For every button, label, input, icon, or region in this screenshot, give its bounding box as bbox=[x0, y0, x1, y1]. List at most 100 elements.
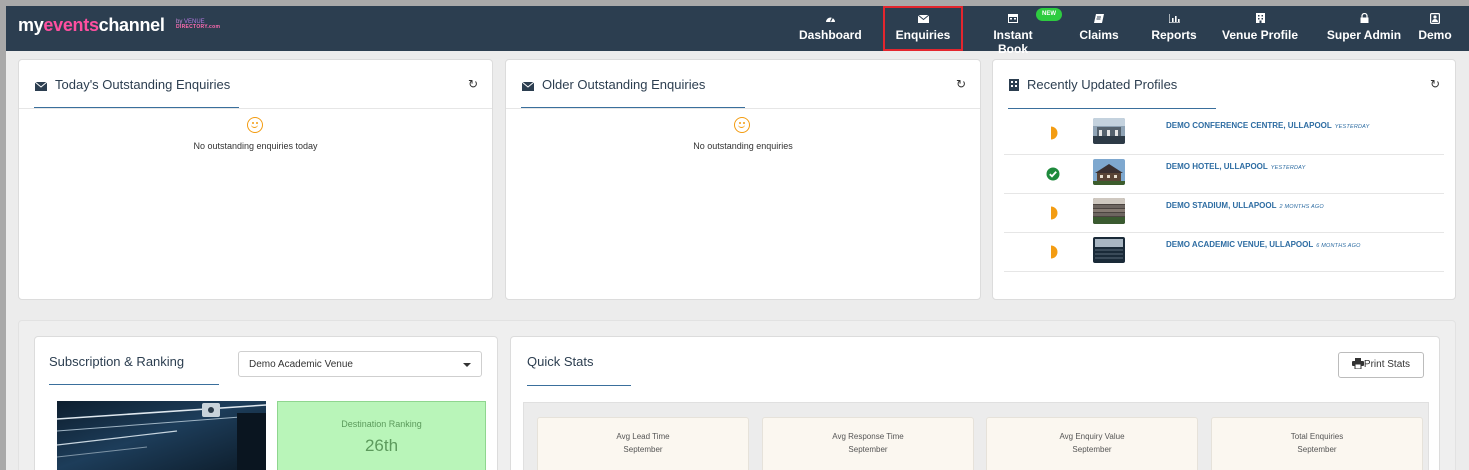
stat-card-response-time: Avg Response Time September bbox=[762, 417, 974, 470]
nav-venue-profile-label: Venue Profile bbox=[1221, 28, 1299, 42]
nav-enquiries[interactable]: Enquiries bbox=[883, 6, 963, 51]
quick-stats-title: Quick Stats bbox=[527, 354, 594, 369]
divider bbox=[1004, 193, 1444, 194]
list-item[interactable]: DEMO CONFERENCE CENTRE, ULLAPOOL YESTERDA… bbox=[1006, 115, 1444, 153]
destination-ranking-value: 26th bbox=[364, 436, 399, 455]
half-circle-icon bbox=[1051, 245, 1058, 259]
stat-card-lead-time: Avg Lead Time September bbox=[537, 417, 749, 470]
nav-claims-label: Claims bbox=[1079, 28, 1119, 42]
title-underline bbox=[49, 384, 219, 385]
divider bbox=[1004, 232, 1444, 233]
stat-title: Avg Enquiry Value bbox=[1059, 432, 1125, 441]
profile-time: YESTERDAY bbox=[1270, 165, 1306, 171]
recent-profiles-title-text: Recently Updated Profiles bbox=[1027, 77, 1178, 92]
nav-super-admin-label: Super Admin bbox=[1326, 28, 1402, 42]
caret-down-icon bbox=[463, 363, 471, 367]
venue-thumbnail bbox=[1093, 237, 1125, 263]
divider bbox=[1004, 154, 1444, 155]
nav-demo-label: Demo bbox=[1418, 28, 1452, 42]
divider bbox=[19, 108, 492, 109]
profile-link[interactable]: DEMO HOTEL, ULLAPOOL YESTERDAY bbox=[1166, 162, 1306, 171]
brand-part-channel: channel bbox=[98, 15, 165, 35]
stat-title: Avg Lead Time bbox=[616, 432, 670, 441]
profile-time: 2 MONTHS AGO bbox=[1279, 204, 1324, 210]
calendar-icon bbox=[977, 13, 1049, 25]
envelope-icon bbox=[521, 81, 535, 91]
smiley-icon bbox=[734, 117, 750, 133]
print-stats-button[interactable]: Print Stats bbox=[1338, 352, 1424, 378]
half-circle-icon bbox=[1051, 126, 1058, 140]
refresh-icon[interactable]: ↻ bbox=[468, 77, 478, 91]
recent-profiles-title: Recently Updated Profiles bbox=[1009, 77, 1177, 92]
profile-link[interactable]: DEMO ACADEMIC VENUE, ULLAPOOL 6 MONTHS AG… bbox=[1166, 240, 1361, 249]
nav-venue-profile[interactable]: Venue Profile bbox=[1218, 6, 1302, 51]
profile-link[interactable]: DEMO CONFERENCE CENTRE, ULLAPOOL YESTERDA… bbox=[1166, 121, 1370, 130]
title-underline bbox=[527, 385, 631, 386]
half-circle-icon bbox=[1051, 206, 1058, 220]
today-enquiries-title: Today's Outstanding Enquiries bbox=[34, 77, 231, 92]
destination-ranking-card: Destination Ranking 26th bbox=[277, 401, 486, 470]
nav-instant-book[interactable]: Instant Book bbox=[977, 6, 1049, 56]
nav-dashboard-label: Dashboard bbox=[799, 28, 862, 42]
older-enquiries-panel: Older Outstanding Enquiries ↻ No outstan… bbox=[505, 59, 981, 300]
check-circle-icon bbox=[1046, 167, 1060, 181]
stat-card-enquiry-value: Avg Enquiry Value September bbox=[986, 417, 1198, 470]
nav-dashboard[interactable]: Dashboard bbox=[799, 6, 862, 51]
profile-name: DEMO HOTEL, ULLAPOOL bbox=[1166, 162, 1268, 171]
brand-part-events: events bbox=[43, 15, 99, 35]
brand-logo[interactable]: myeventschannel bbox=[18, 15, 165, 36]
profile-time: 6 MONTHS AGO bbox=[1316, 243, 1361, 249]
nav-reports[interactable]: Reports bbox=[1146, 6, 1202, 51]
nav-instant-book-label: Instant Book bbox=[993, 28, 1033, 56]
stat-month: September bbox=[1072, 445, 1112, 454]
profile-name: DEMO STADIUM, ULLAPOOL bbox=[1166, 201, 1277, 210]
stat-month: September bbox=[1297, 445, 1337, 454]
venue-image bbox=[57, 401, 266, 470]
stat-month: September bbox=[848, 445, 888, 454]
profile-name: DEMO ACADEMIC VENUE, ULLAPOOL bbox=[1166, 240, 1314, 249]
brand-part-my: my bbox=[18, 15, 44, 35]
nav-reports-label: Reports bbox=[1151, 28, 1197, 42]
bar-chart-icon bbox=[1146, 13, 1202, 25]
list-item[interactable]: DEMO STADIUM, ULLAPOOL 2 MONTHS AGO bbox=[1006, 195, 1444, 233]
nav-claims[interactable]: Claims bbox=[1077, 6, 1121, 51]
brand-venue-directory: by VENUE DIRECTORY.com bbox=[176, 19, 220, 30]
stat-title: Avg Response Time bbox=[832, 432, 904, 441]
today-enquiries-title-text: Today's Outstanding Enquiries bbox=[55, 77, 231, 92]
user-badge-icon bbox=[1413, 13, 1457, 25]
lock-icon bbox=[1323, 12, 1405, 25]
app-frame: myeventschannel by VENUE DIRECTORY.com D… bbox=[6, 6, 1469, 470]
list-item[interactable]: DEMO HOTEL, ULLAPOOL YESTERDAY bbox=[1006, 156, 1444, 194]
refresh-icon[interactable]: ↻ bbox=[1430, 77, 1440, 91]
stat-month: September bbox=[623, 445, 663, 454]
profile-link[interactable]: DEMO STADIUM, ULLAPOOL 2 MONTHS AGO bbox=[1166, 201, 1324, 210]
today-empty-message: No outstanding enquiries today bbox=[193, 141, 318, 151]
nav-super-admin[interactable]: Super Admin bbox=[1323, 6, 1405, 51]
venue-select[interactable]: Demo Academic Venue bbox=[238, 351, 482, 377]
venue-thumbnail bbox=[1093, 118, 1125, 144]
list-item[interactable]: DEMO ACADEMIC VENUE, ULLAPOOL 6 MONTHS AG… bbox=[1006, 234, 1444, 272]
envelope-icon bbox=[34, 81, 48, 91]
today-enquiries-panel: Today's Outstanding Enquiries ↻ No outst… bbox=[18, 59, 493, 300]
divider bbox=[506, 108, 980, 109]
destination-ranking-label: Destination Ranking bbox=[341, 419, 422, 429]
print-stats-label: Print Stats bbox=[1363, 359, 1411, 370]
divider bbox=[1004, 271, 1444, 272]
title-underline bbox=[1008, 108, 1216, 109]
top-navbar: myeventschannel by VENUE DIRECTORY.com D… bbox=[6, 6, 1469, 56]
nav-demo[interactable]: Demo bbox=[1413, 6, 1457, 51]
older-enquiries-title: Older Outstanding Enquiries bbox=[521, 77, 706, 92]
ticket-icon bbox=[1077, 13, 1121, 25]
older-enquiries-title-text: Older Outstanding Enquiries bbox=[542, 77, 706, 92]
smiley-icon bbox=[247, 117, 263, 133]
nav-enquiries-label: Enquiries bbox=[895, 28, 951, 42]
venue-thumbnail bbox=[1093, 198, 1125, 224]
refresh-icon[interactable]: ↻ bbox=[956, 77, 966, 91]
older-empty-message: No outstanding enquiries bbox=[693, 141, 793, 151]
profile-name: DEMO CONFERENCE CENTRE, ULLAPOOL bbox=[1166, 121, 1332, 130]
profile-time: YESTERDAY bbox=[1334, 124, 1370, 130]
brand-sub-bottom: DIRECTORY.com bbox=[176, 24, 221, 30]
subscription-title: Subscription & Ranking bbox=[49, 354, 185, 369]
venue-thumbnail bbox=[1093, 159, 1125, 185]
gauge-icon bbox=[799, 13, 861, 25]
